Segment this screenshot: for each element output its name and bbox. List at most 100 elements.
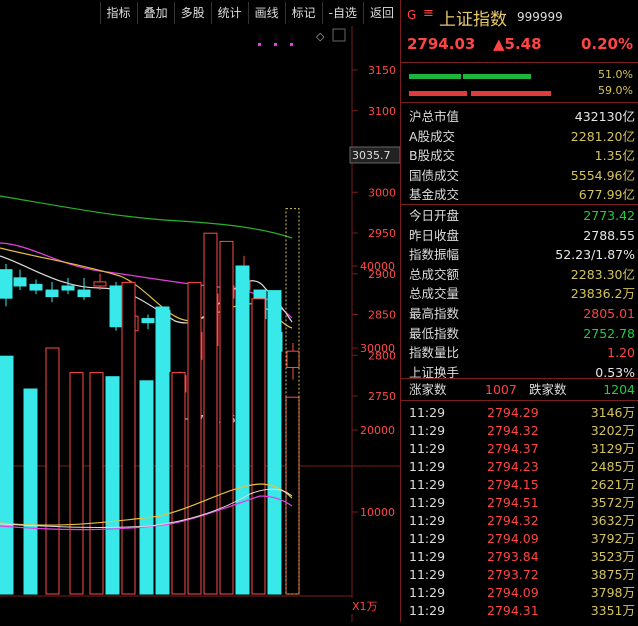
divider [401, 102, 638, 103]
stat-row: B股成交 1.35亿 [409, 146, 635, 165]
candle-body [45, 289, 59, 298]
price-tick-label: 3150 [368, 64, 396, 77]
stat-label: 昨日收盘 [409, 227, 460, 243]
candle-body [13, 277, 27, 287]
tick-row: 11:29 2793.84 3523万 [409, 547, 635, 566]
tick-price: 2794.29 [487, 405, 539, 420]
g-badge: G [407, 8, 417, 22]
stat-label: 指数振幅 [409, 247, 460, 263]
tick-time: 11:29 [409, 459, 446, 474]
price-tick-label: 3000 [368, 186, 396, 199]
tick-time: 11:29 [409, 441, 446, 456]
price-tick-label: 3100 [368, 105, 396, 118]
volume-unit-label: X1万 [352, 600, 378, 613]
tick-time: 11:29 [409, 567, 446, 582]
toolbar: 指标 叠加 多股 统计 画线 标记 -自选 返回 [0, 0, 400, 26]
stat-value: 5554.96亿 [570, 167, 635, 183]
chart-canvas[interactable]: 3150310030503000295029002850280027504000… [0, 26, 401, 622]
market-breadth: 涨家数 1007 跌家数 1204 [409, 380, 635, 399]
tick-price: 2793.72 [487, 567, 539, 582]
quote-panel: G ≡ 上证指数 999999 2794.03 ▲5.48 0.20% 51.0… [400, 0, 638, 622]
candle-body [61, 285, 75, 291]
divider [401, 204, 638, 205]
stat-label: A股成交 [409, 128, 456, 144]
stat-row: A股成交 2281.20亿 [409, 127, 635, 146]
toolbar-button[interactable]: 标记 [284, 2, 322, 24]
stat-label: B股成交 [409, 148, 456, 164]
kline-chart[interactable]: 3150310030503000295029002850280027504000… [0, 26, 401, 622]
toolbar-button[interactable]: 统计 [210, 2, 248, 24]
volume-bar [171, 372, 186, 595]
up-ratio-bar [409, 74, 461, 79]
down-count-label: 跌家数 [529, 382, 567, 397]
toolbar-button[interactable]: 多股 [173, 2, 211, 24]
stat-label: 总成交额 [409, 266, 460, 282]
tick-price: 2794.37 [487, 441, 539, 456]
toolbar-button[interactable]: 画线 [247, 2, 285, 24]
stat-label: 基金成交 [409, 187, 460, 203]
divider [401, 62, 638, 63]
volume-bar [203, 232, 218, 595]
tick-time: 11:29 [409, 531, 446, 546]
volume-bar [285, 396, 300, 595]
stat-label: 国债成交 [409, 167, 460, 183]
tick-price: 2794.15 [487, 477, 539, 492]
tick-row: 11:29 2794.29 3146万 [409, 403, 635, 422]
stat-label: 沪总市值 [409, 109, 460, 124]
volume-bar [45, 347, 60, 595]
menu-icon[interactable]: ≡ [423, 6, 434, 21]
toolbar-button[interactable]: -自选 [321, 2, 363, 24]
tick-row: 11:29 2794.32 3632万 [409, 511, 635, 530]
down-ratio-bar [409, 91, 467, 96]
stat-value: 2281.20亿 [570, 128, 635, 144]
stat-row: 指数量比 1.20 [409, 343, 635, 362]
tick-volume: 3792万 [590, 531, 635, 546]
volume-bar [251, 298, 266, 595]
tick-row: 11:29 2794.51 3572万 [409, 493, 635, 512]
price-change: ▲5.48 [493, 35, 542, 53]
up-count-value: 1007 [485, 382, 517, 397]
toolbar-button[interactable]: 返回 [362, 2, 400, 24]
tick-price: 2794.32 [487, 423, 539, 438]
stat-value: 2283.30亿 [570, 266, 635, 282]
volume-bar [267, 290, 282, 595]
tick-time: 11:29 [409, 405, 446, 420]
volume-bar [235, 265, 250, 595]
stat-value: 23836.2万 [570, 286, 635, 302]
tick-row: 11:29 2794.37 3129万 [409, 439, 635, 458]
tick-time: 11:29 [409, 495, 446, 510]
divider [401, 400, 638, 401]
stat-value: 2788.55 [583, 227, 635, 243]
stat-row: 指数振幅 52.23/1.87% [409, 245, 635, 264]
stat-value: 2773.42 [583, 208, 635, 223]
stat-row: 最高指数 2805.01 [409, 304, 635, 323]
tick-volume: 2485万 [590, 459, 635, 474]
tick-price: 2794.09 [487, 531, 539, 546]
price-tick-label: 2750 [368, 390, 396, 403]
stat-value: 1.35亿 [594, 148, 635, 164]
tick-volume: 3146万 [590, 405, 635, 420]
stat-row: 沪总市值 432130亿 [409, 107, 635, 126]
index-name: 上证指数 [439, 10, 507, 30]
volume-bar [139, 380, 154, 595]
stat-label: 今日开盘 [409, 208, 460, 223]
tick-volume: 3523万 [590, 549, 635, 564]
stat-row: 国债成交 5554.96亿 [409, 166, 635, 185]
volume-tick-label: 20000 [360, 424, 395, 437]
stat-value: 52.23/1.87% [555, 247, 635, 263]
signal-dot [290, 43, 293, 46]
stat-row: 基金成交 677.99亿 [409, 185, 635, 204]
candle-body [109, 285, 123, 328]
tick-volume: 2621万 [590, 477, 635, 492]
tick-volume: 3351万 [590, 603, 635, 618]
toolbar-button[interactable]: 指标 [99, 2, 137, 24]
tick-time: 11:29 [409, 585, 446, 600]
tick-row: 11:29 2794.15 2621万 [409, 475, 635, 494]
volume-bar [105, 376, 120, 595]
tick-price: 2794.31 [487, 603, 539, 618]
toolbar-button[interactable]: 叠加 [136, 2, 174, 24]
stat-row: 总成交量 23836.2万 [409, 284, 635, 303]
candle-body [93, 281, 107, 287]
tick-time: 11:29 [409, 423, 446, 438]
tick-price: 2794.23 [487, 459, 539, 474]
